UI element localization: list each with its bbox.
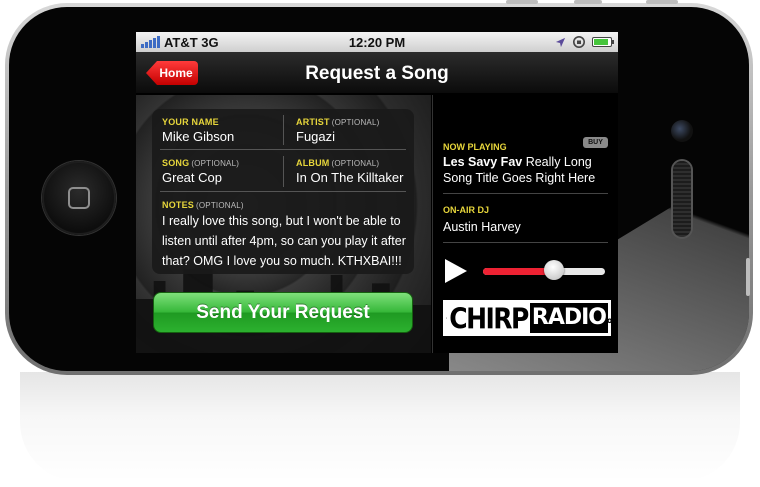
status-bar: AT&T 3G 12:20 PM	[136, 32, 618, 52]
now-playing-artist: Les Savy Fav	[443, 155, 523, 169]
divider	[443, 242, 608, 243]
on-air-dj-name: Austin Harvey	[443, 220, 521, 234]
bird-icon	[446, 317, 448, 319]
album-field[interactable]: ALBUM (OPTIONAL) In On The Killtaker	[296, 158, 403, 185]
now-playing-label: NOW PLAYING	[443, 142, 507, 152]
device-reflection	[20, 372, 740, 482]
send-request-button[interactable]: Send Your Request	[153, 292, 413, 333]
status-time: 12:20 PM	[348, 35, 406, 50]
app-screen: AT&T 3G 12:20 PM Home Request a Song YOU…	[136, 32, 618, 353]
front-camera	[671, 120, 693, 142]
request-form-panel: YOUR NAME Mike Gibson ARTIST (OPTIONAL) F…	[136, 95, 431, 353]
your-name-input[interactable]: Mike Gibson	[162, 129, 234, 144]
device-top-button-2[interactable]	[574, 0, 602, 4]
play-icon[interactable]	[445, 259, 467, 283]
device-top-button[interactable]	[506, 0, 538, 4]
volume-slider-knob[interactable]	[543, 260, 564, 280]
device-top-button-3[interactable]	[646, 0, 678, 4]
notes-label: NOTES (OPTIONAL)	[162, 200, 244, 210]
device-home-button[interactable]	[42, 161, 116, 235]
now-playing-track: Les Savy Fav Really Long Song Title Goes…	[443, 154, 618, 186]
song-field[interactable]: SONG (OPTIONAL) Great Cop	[162, 158, 239, 185]
your-name-field[interactable]: YOUR NAME Mike Gibson	[162, 117, 234, 144]
album-input[interactable]: In On The Killtaker	[296, 170, 403, 185]
request-form-card: YOUR NAME Mike Gibson ARTIST (OPTIONAL) F…	[152, 109, 414, 274]
song-input[interactable]: Great Cop	[162, 170, 239, 185]
rotation-lock-icon	[573, 36, 585, 48]
status-indicators	[555, 34, 614, 50]
notes-textarea[interactable]: I really love this song, but I won't be …	[162, 211, 410, 271]
earpiece-speaker	[673, 161, 691, 237]
page-title: Request a Song	[305, 63, 449, 84]
location-arrow-icon	[555, 37, 566, 47]
navigation-bar: Home Request a Song	[136, 52, 618, 94]
your-name-label: YOUR NAME	[162, 117, 219, 127]
notes-field[interactable]: NOTES (OPTIONAL) I really love this song,…	[162, 200, 410, 271]
battery-icon	[592, 37, 614, 47]
album-label: ALBUM (OPTIONAL)	[296, 158, 380, 168]
artist-label: ARTIST (OPTIONAL)	[296, 117, 380, 127]
divider	[443, 193, 608, 194]
on-air-dj-label: ON-AIR DJ	[443, 205, 490, 215]
now-playing-panel: NOW PLAYING BUY Les Savy Fav Really Long…	[432, 95, 618, 353]
chirp-radio-logo: CHIRP RADIO.org	[443, 300, 618, 336]
home-square-icon	[68, 187, 90, 209]
artist-field[interactable]: ARTIST (OPTIONAL) Fugazi	[296, 117, 379, 144]
device-side-button[interactable]	[746, 258, 750, 296]
buy-button[interactable]: BUY	[583, 137, 608, 148]
artist-input[interactable]: Fugazi	[296, 129, 379, 144]
song-label: SONG (OPTIONAL)	[162, 158, 240, 168]
